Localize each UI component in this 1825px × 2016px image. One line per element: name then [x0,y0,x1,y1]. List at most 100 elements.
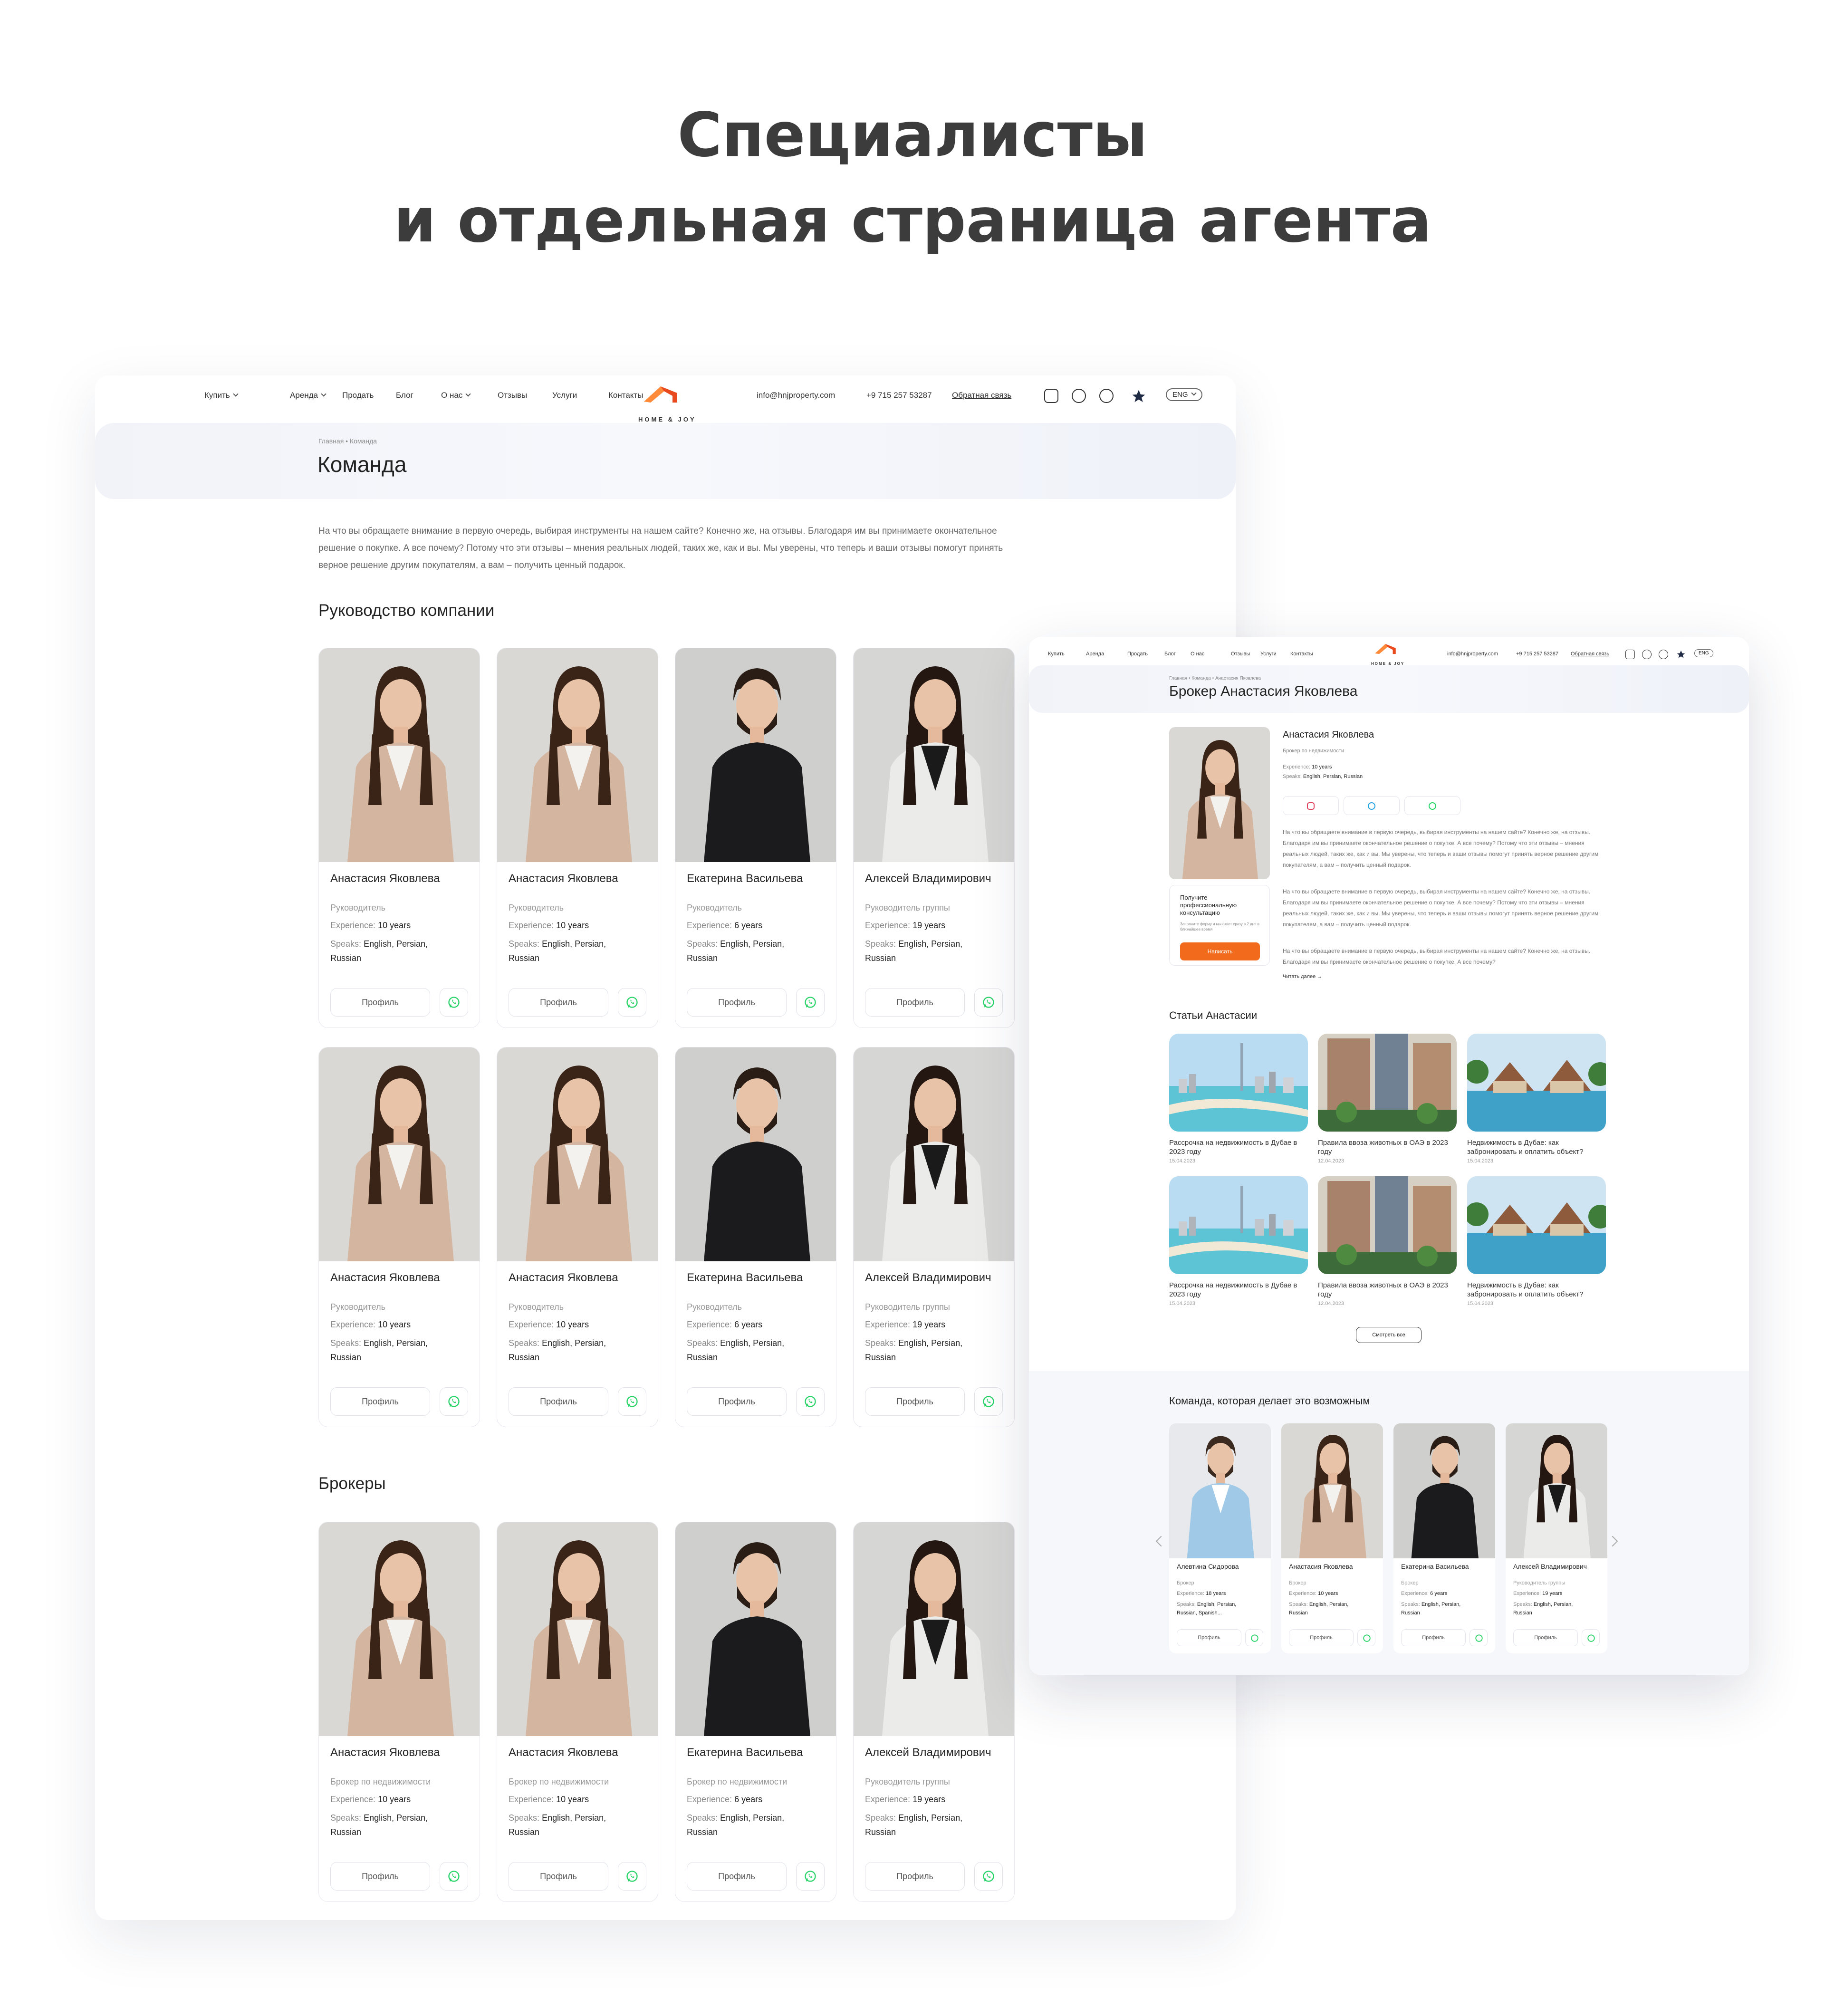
article-card[interactable]: Правила ввоза животных в ОАЭ в 2023 году… [1318,1176,1457,1306]
article-image [1318,1034,1457,1132]
whatsapp-icon[interactable] [1659,650,1668,659]
telegram-icon[interactable] [1642,650,1652,659]
feedback-link[interactable]: Обратная связь [952,391,1011,400]
article-card[interactable]: Правила ввоза животных в ОАЭ в 2023 году… [1318,1034,1457,1164]
carousel-prev-arrow-icon[interactable] [1155,1536,1167,1547]
whatsapp-button[interactable] [1357,1629,1375,1646]
whatsapp-icon[interactable] [1099,389,1114,403]
whatsapp-button[interactable] [796,988,825,1017]
nav-item[interactable]: Продать [1127,651,1148,657]
nav-item[interactable]: Аренда [1086,651,1104,657]
read-more-link[interactable]: Читать далее → [1283,972,1322,981]
whatsapp-button[interactable] [618,1862,646,1891]
team-member-card: Анастасия Яковлева Руководитель Experien… [497,1047,658,1427]
profile-button[interactable]: Профиль [1513,1629,1578,1646]
article-card[interactable]: Рассрочка на недвижимость в Дубае в 2023… [1169,1176,1308,1306]
instagram-icon[interactable] [1044,389,1058,403]
nav-item[interactable]: Услуги [1260,651,1277,657]
star-icon[interactable] [1676,650,1686,659]
breadcrumb-home[interactable]: Главная [318,437,344,445]
nav-item[interactable]: Купить [204,391,239,400]
agent-telegram-button[interactable] [1344,796,1400,815]
nav-item[interactable]: Услуги [552,391,577,400]
whatsapp-button[interactable] [440,988,468,1017]
article-card[interactable]: Рассрочка на недвижимость в Дубае в 2023… [1169,1034,1308,1164]
star-icon[interactable] [1131,389,1146,404]
whatsapp-button[interactable] [618,988,646,1017]
profile-button[interactable]: Профиль [1401,1629,1466,1646]
experience-label: Experience: [509,1795,554,1804]
whatsapp-icon [626,1871,638,1882]
carousel-next-arrow-icon[interactable] [1607,1536,1618,1547]
article-card[interactable]: Недвижимость в Дубае: как забронировать … [1467,1176,1606,1306]
whatsapp-button[interactable] [1470,1629,1488,1646]
nav-item[interactable]: Блог [396,391,413,400]
nav-item[interactable]: Контакты [1290,651,1313,657]
nav-item[interactable]: О нас [441,391,471,400]
nav-item[interactable]: Блог [1164,651,1176,657]
profile-button[interactable]: Профиль [865,988,965,1017]
member-name: Алексей Владимирович [1513,1563,1587,1570]
team-carousel-section: Команда, которая делает это возможным Ал… [1029,1371,1749,1675]
whatsapp-button[interactable] [440,1387,468,1416]
member-experience: Experience: 10 years [509,1795,589,1805]
article-card[interactable]: Недвижимость в Дубае: как забронировать … [1467,1034,1606,1164]
nav-item[interactable]: Аренда [290,391,327,400]
nav-item[interactable]: Отзывы [498,391,527,400]
member-role: Руководитель [509,903,564,912]
whatsapp-button[interactable] [796,1387,825,1416]
profile-button[interactable]: Профиль [330,1387,430,1416]
profile-button[interactable]: Профиль [1177,1629,1241,1646]
whatsapp-icon [448,1871,460,1882]
profile-button[interactable]: Профиль [330,988,430,1017]
whatsapp-button[interactable] [618,1387,646,1416]
see-all-button[interactable]: Смотреть все [1356,1327,1422,1343]
header-email[interactable]: info@hnjproperty.com [1447,651,1498,657]
whatsapp-button[interactable] [974,988,1003,1017]
member-languages: Speaks: English, Persian, Russian [330,1811,454,1839]
profile-button[interactable]: Профиль [687,1387,787,1416]
profile-button[interactable]: Профиль [330,1862,430,1891]
breadcrumb-team[interactable]: Команда [1191,676,1211,681]
nav-item[interactable]: Продать [342,391,374,400]
whatsapp-button[interactable] [1582,1629,1600,1646]
profile-button[interactable]: Профиль [509,1862,608,1891]
write-button[interactable]: Написать [1180,942,1260,960]
agent-instagram-button[interactable] [1283,796,1339,815]
profile-button[interactable]: Профиль [1289,1629,1354,1646]
breadcrumb: Главная • Команда • Анастасия Яковлева [1169,676,1261,681]
member-name: Екатерина Васильева [687,1746,803,1759]
breadcrumb: Главная • Команда [318,437,377,445]
profile-button[interactable]: Профиль [865,1862,965,1891]
feedback-link[interactable]: Обратная связь [1571,651,1609,657]
telegram-icon [1368,802,1375,810]
whatsapp-button[interactable] [440,1862,468,1891]
profile-button[interactable]: Профиль [687,988,787,1017]
member-name: Анастасия Яковлева [509,1271,618,1284]
whatsapp-icon [1587,1634,1595,1642]
header-phone[interactable]: +9 715 257 53287 [866,391,932,400]
profile-button[interactable]: Профиль [509,1387,608,1416]
nav-item[interactable]: Контакты [608,391,643,400]
whatsapp-button[interactable] [1245,1629,1263,1646]
profile-button[interactable]: Профиль [687,1862,787,1891]
profile-button[interactable]: Профиль [865,1387,965,1416]
telegram-icon[interactable] [1072,389,1086,403]
profile-button[interactable]: Профиль [509,988,608,1017]
experience-value: 10 years [556,1320,589,1329]
language-selector[interactable]: ENG [1694,649,1713,657]
whatsapp-button[interactable] [796,1862,825,1891]
agent-whatsapp-button[interactable] [1404,796,1460,815]
nav-item[interactable]: Отзывы [1231,651,1250,657]
header-phone[interactable]: +9 715 257 53287 [1516,651,1558,657]
nav-item[interactable]: Купить [1048,651,1065,657]
breadcrumb-home[interactable]: Главная [1169,676,1187,681]
language-selector[interactable]: ENG [1166,388,1202,401]
whatsapp-button[interactable] [974,1387,1003,1416]
experience-label: Experience: [687,1795,732,1804]
nav-item[interactable]: О нас [1191,651,1204,657]
whatsapp-icon [983,1396,994,1407]
header-email[interactable]: info@hnjproperty.com [757,391,835,400]
whatsapp-button[interactable] [974,1862,1003,1891]
instagram-icon[interactable] [1625,650,1635,659]
